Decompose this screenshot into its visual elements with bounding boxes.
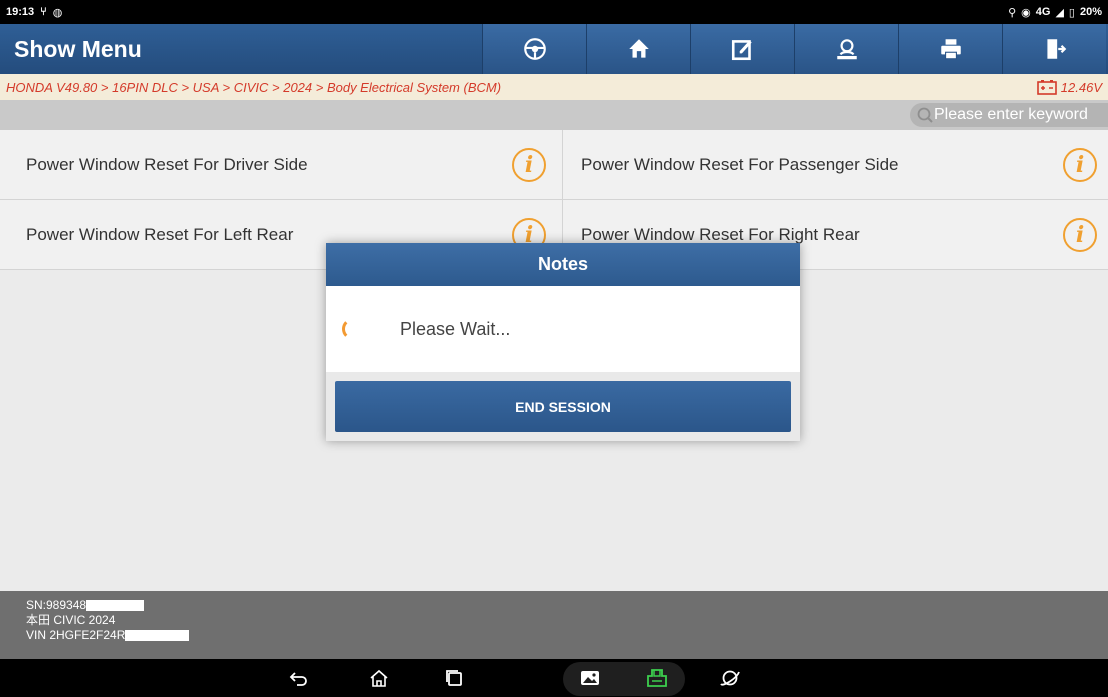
battery-level: 20%: [1079, 6, 1102, 18]
system-nav-bar: [0, 659, 1108, 697]
chat-icon: ◍: [52, 6, 63, 19]
vci-button[interactable]: [645, 666, 669, 690]
location-icon: ⚲: [1008, 6, 1017, 19]
dialog-body: Please Wait...: [326, 286, 800, 372]
end-session-button[interactable]: END SESSION: [335, 381, 791, 432]
usb-icon: ⑂: [40, 6, 47, 18]
vci-connector-icon: [647, 669, 667, 687]
signal-icon: ◢: [1055, 6, 1064, 19]
status-time: 19:13: [6, 6, 35, 18]
notes-dialog: Notes Please Wait... END SESSION: [326, 243, 800, 441]
recents-button[interactable]: [442, 666, 466, 690]
sync-icon: ◉: [1021, 6, 1031, 19]
image-icon: [581, 671, 599, 685]
planet-icon: [720, 670, 740, 686]
status-bar: 19:13 ⑂ ◍ ⚲ ◉ 4G ◢ ▯ 20%: [0, 0, 1108, 24]
browser-button[interactable]: [718, 666, 742, 690]
home-outline-icon: [370, 669, 388, 687]
recents-icon: [446, 670, 462, 686]
back-button[interactable]: [287, 666, 311, 690]
dialog-message: Please Wait...: [400, 318, 511, 339]
battery-icon: ▯: [1068, 6, 1075, 19]
loading-spinner-icon: [342, 318, 364, 340]
back-icon: [289, 672, 307, 686]
dialog-title: Notes: [326, 243, 800, 286]
home-nav-button[interactable]: [367, 666, 391, 690]
gallery-button[interactable]: [578, 666, 602, 690]
network-label: 4G: [1035, 6, 1051, 18]
